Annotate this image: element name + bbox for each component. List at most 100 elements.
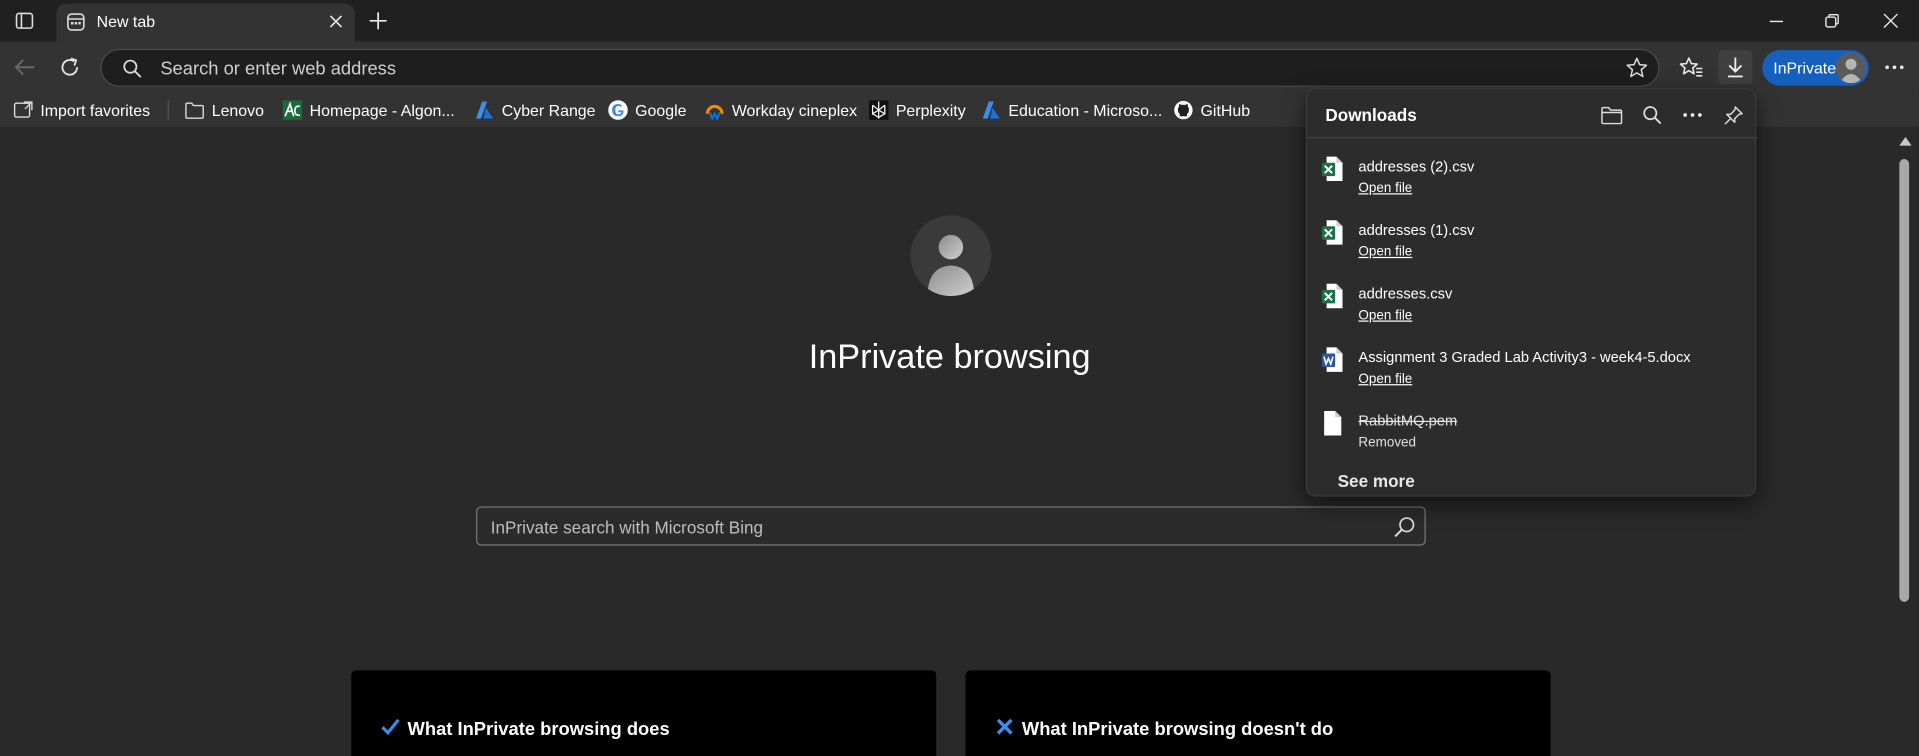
favorite-workday-cineplex[interactable]: Workday cineplex: [705, 98, 857, 122]
profile-person-icon: [1835, 52, 1867, 84]
settings-and-more-button[interactable]: [1877, 50, 1911, 84]
download-filename: addresses (2).csv: [1358, 157, 1475, 175]
favorite-label: Homepage - Algon...: [309, 100, 455, 120]
toolbar: InPrivate: [0, 41, 1919, 93]
excel-file-icon: [1321, 220, 1343, 245]
favorites-button[interactable]: [1674, 50, 1708, 84]
back-button[interactable]: [7, 50, 41, 84]
downloads-button[interactable]: [1718, 50, 1753, 85]
card-title: What InPrivate browsing does: [407, 719, 670, 741]
favorite-label: GitHub: [1200, 100, 1251, 120]
refresh-icon: [61, 57, 79, 76]
open-file-link[interactable]: Open file: [1358, 245, 1412, 260]
tab-title: New tab: [96, 12, 156, 31]
favorites-icon: [1679, 57, 1703, 77]
download-item-removed[interactable]: RabbitMQ.pem Removed: [1307, 406, 1757, 467]
download-item[interactable]: addresses (1).csv Open file: [1307, 215, 1757, 276]
google-icon: [608, 100, 628, 120]
favorite-lenovo-folder[interactable]: Lenovo: [185, 98, 264, 122]
favorite-github[interactable]: GitHub: [1174, 98, 1250, 122]
plus-icon: [369, 12, 387, 30]
new-tab-button[interactable]: [365, 7, 392, 34]
download-filename: RabbitMQ.pem: [1358, 412, 1458, 430]
checkmark-icon: [381, 718, 400, 736]
azure-icon: [981, 100, 1001, 120]
favorite-algonquin[interactable]: Homepage - Algon...: [282, 98, 455, 122]
favorite-label: Perplexity: [895, 100, 966, 120]
inprivate-search-box[interactable]: [476, 506, 1426, 546]
downloads-divider: [1307, 137, 1758, 139]
download-filename: Assignment 3 Graded Lab Activity3 - week…: [1358, 348, 1691, 366]
more-options-icon: [1683, 113, 1702, 117]
back-arrow-icon: [14, 59, 35, 76]
pin-downloads-button[interactable]: [1718, 100, 1747, 129]
pin-icon: [1723, 105, 1743, 125]
address-bar[interactable]: [100, 48, 1660, 87]
favorite-label: Workday cineplex: [731, 100, 858, 120]
refresh-button[interactable]: [53, 50, 87, 84]
folder-icon: [1601, 106, 1623, 124]
workday-icon: [705, 100, 725, 120]
favorite-label: Import favorites: [40, 100, 151, 120]
favorite-cyber-range[interactable]: Cyber Range: [475, 98, 596, 122]
excel-file-icon: [1321, 156, 1343, 182]
download-item[interactable]: Assignment 3 Graded Lab Activity3 - week…: [1307, 343, 1757, 404]
person-icon: [927, 234, 975, 297]
download-item[interactable]: addresses.csv Open file: [1307, 279, 1757, 340]
see-more-link[interactable]: See more: [1338, 471, 1415, 491]
card-title: What InPrivate browsing doesn't do: [1021, 719, 1334, 741]
perplexity-icon: [868, 100, 889, 120]
open-downloads-folder-button[interactable]: [1597, 100, 1626, 129]
favorite-label: Google: [635, 100, 687, 120]
search-icon[interactable]: [1393, 515, 1417, 539]
downloads-title: Downloads: [1325, 105, 1417, 125]
favorite-import-favorites[interactable]: Import favorites: [13, 98, 150, 122]
page-scrollbar[interactable]: [1894, 132, 1916, 756]
inprivate-does-card: What InPrivate browsing does: [351, 670, 937, 756]
close-icon: [329, 14, 342, 27]
close-icon: [1883, 13, 1898, 29]
star-icon[interactable]: [1625, 56, 1648, 79]
open-file-link[interactable]: Open file: [1358, 308, 1412, 323]
import-favorites-icon: [13, 100, 33, 120]
tab-actions-button[interactable]: [10, 7, 39, 34]
restore-button[interactable]: [1804, 0, 1860, 42]
search-icon: [1643, 106, 1662, 125]
inprivate-search-input[interactable]: [490, 515, 1372, 540]
title-bar: New tab: [0, 0, 1919, 42]
generic-file-icon: [1324, 411, 1342, 436]
avatar: [1835, 52, 1867, 84]
page-title: InPrivate browsing: [808, 337, 1091, 376]
close-tab-button[interactable]: [326, 11, 346, 31]
inprivate-profile-button[interactable]: InPrivate: [1762, 50, 1869, 86]
downloads-flyout: Downloads addresses (2).csv Open file ad…: [1305, 88, 1758, 497]
download-filename: addresses.csv: [1358, 285, 1453, 303]
minimize-icon: [1769, 20, 1783, 22]
tab-new-tab[interactable]: New tab: [56, 3, 355, 42]
open-file-link[interactable]: Open file: [1358, 372, 1412, 387]
favorite-label: Lenovo: [211, 100, 264, 120]
address-input[interactable]: [160, 55, 1605, 82]
github-icon: [1174, 100, 1194, 120]
download-item[interactable]: addresses (2).csv Open file: [1307, 152, 1757, 213]
minimize-button[interactable]: [1748, 0, 1804, 42]
word-file-icon: [1321, 347, 1343, 372]
favorite-label: Cyber Range: [501, 100, 596, 120]
download-status: Removed: [1358, 435, 1417, 451]
search-downloads-button[interactable]: [1637, 100, 1666, 129]
scroll-thumb[interactable]: [1899, 159, 1910, 602]
favorite-label: Education - Microso...: [1008, 100, 1163, 120]
more-options-icon: [1885, 65, 1904, 70]
favorite-perplexity[interactable]: Perplexity: [868, 98, 966, 122]
folder-icon: [185, 100, 205, 120]
close-window-button[interactable]: [1863, 0, 1919, 42]
excel-file-icon: [1321, 283, 1343, 309]
inprivate-label: InPrivate: [1773, 58, 1837, 78]
restore-icon: [1825, 14, 1839, 28]
open-file-link[interactable]: Open file: [1358, 181, 1412, 196]
downloads-more-options-button[interactable]: [1678, 100, 1707, 129]
favorite-education-microsoft[interactable]: Education - Microso...: [981, 98, 1162, 122]
favorite-google[interactable]: Google: [608, 98, 686, 122]
scroll-up-arrow[interactable]: [1899, 137, 1912, 146]
search-icon: [123, 59, 142, 78]
